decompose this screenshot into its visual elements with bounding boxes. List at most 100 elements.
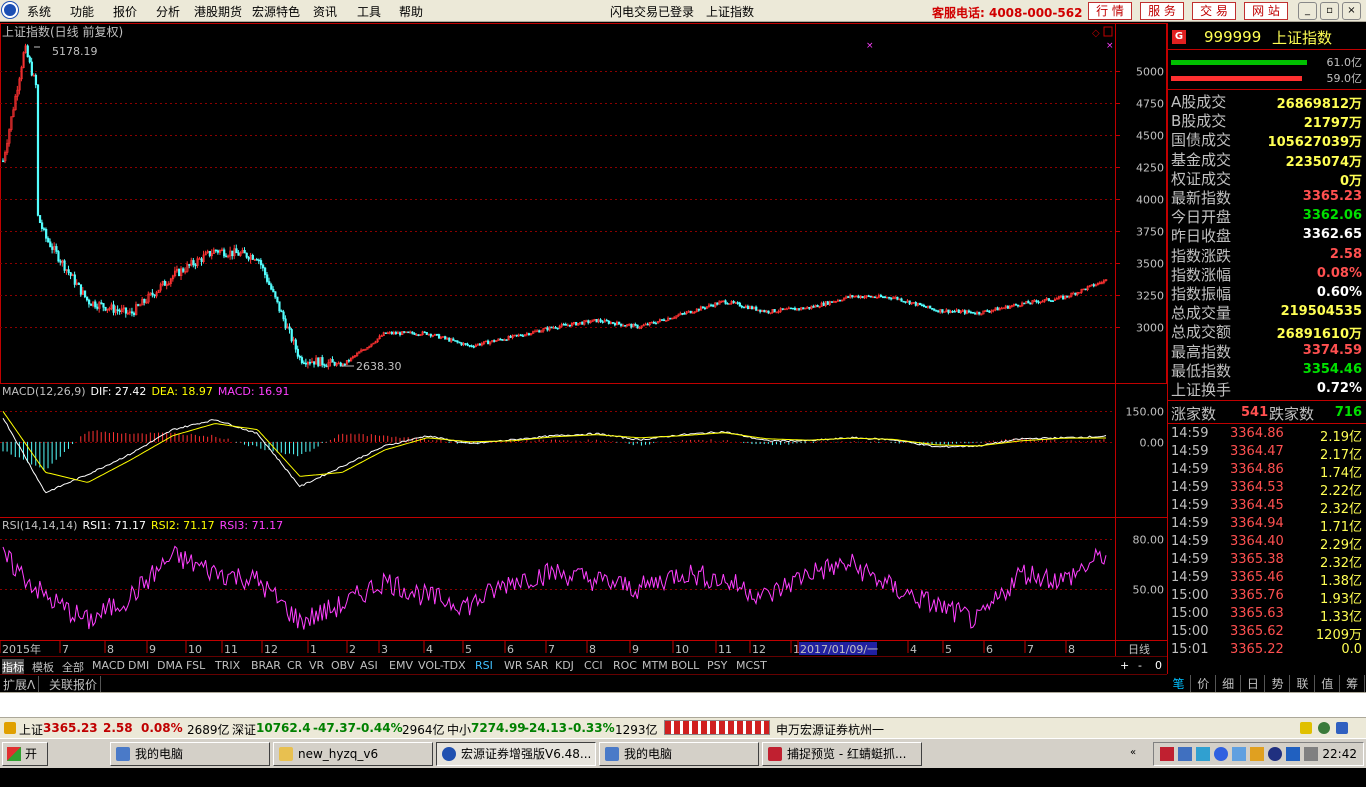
indicator-tab[interactable]: CR	[287, 659, 302, 672]
detail-tab[interactable]: 势	[1266, 675, 1291, 692]
detail-tab[interactable]: 联	[1291, 675, 1315, 692]
chevron-left-icon[interactable]: «	[1130, 747, 1140, 759]
indicator-tab[interactable]: SAR	[526, 659, 548, 672]
bluetooth-icon[interactable]	[1268, 747, 1282, 761]
detail-tab[interactable]: 筹	[1341, 675, 1365, 692]
connection-icon[interactable]	[1318, 722, 1330, 734]
indicator-tab[interactable]: DMA	[157, 659, 183, 672]
start-button[interactable]: 开始	[2, 742, 48, 783]
date-axis-label: 7	[548, 643, 555, 656]
indicator-tab[interactable]: TRIX	[215, 659, 240, 672]
notice-icon[interactable]	[1300, 722, 1312, 734]
candle-body	[444, 336, 447, 339]
menu-tools[interactable]: 工具	[357, 3, 381, 20]
date-axis-label: 1	[793, 643, 800, 656]
reset-button[interactable]: 0	[1155, 659, 1162, 672]
shield-icon[interactable]	[1214, 747, 1228, 761]
zoom-in-button[interactable]: +	[1120, 659, 1129, 672]
chart-area[interactable]: 5000 4750 4500 4250 4000 3750 3500 3250 3000 150.…	[0, 23, 1167, 656]
detail-tab[interactable]: 细	[1217, 675, 1241, 692]
indicator-tab[interactable]: RSI	[475, 659, 493, 672]
indicator-tab[interactable]: ROC	[613, 659, 637, 672]
stat-row: 总成交量 219504535	[1171, 302, 1362, 322]
restore-icon[interactable]: ▫	[1320, 2, 1339, 20]
menu-system[interactable]: 系统	[27, 3, 51, 20]
tick-row: 15:00 3365.63 1.33亿	[1171, 606, 1362, 625]
indicator-tab[interactable]: BOLL	[671, 659, 699, 672]
detail-tab[interactable]: 值	[1316, 675, 1340, 692]
indicator-tab[interactable]: MCST	[736, 659, 767, 672]
event-marker-icon[interactable]: ×	[866, 41, 874, 51]
pane-toggle-icon[interactable]	[1103, 26, 1113, 37]
indicator-tab[interactable]: VR	[309, 659, 324, 672]
settings-icon[interactable]	[1336, 722, 1348, 734]
detail-tab[interactable]: 价	[1192, 675, 1216, 692]
close-icon[interactable]: ×	[1342, 2, 1361, 20]
candle-body	[40, 222, 44, 229]
candle-body	[51, 246, 54, 250]
indicator-tab[interactable]: DMI	[128, 659, 149, 672]
indicator-tab[interactable]: 指标	[2, 659, 24, 675]
tray-icon[interactable]	[1196, 747, 1210, 761]
task-my-computer[interactable]: 我的电脑	[110, 742, 270, 766]
menu-function[interactable]: 功能	[70, 3, 94, 20]
task-folder[interactable]: new_hyzq_v6	[273, 742, 433, 766]
trade-button[interactable]: 交 易	[1192, 2, 1236, 20]
tray-icon[interactable]	[1286, 747, 1300, 761]
indicator-tab[interactable]: MTM	[642, 659, 668, 672]
market-signal-strip[interactable]	[664, 720, 770, 735]
stat-row: 最高指数 3374.59	[1171, 341, 1362, 361]
indicator-tab[interactable]: MACD	[92, 659, 125, 672]
volume-icon[interactable]	[1304, 747, 1318, 761]
candle-body	[34, 74, 38, 86]
indicator-tab[interactable]: FSL	[186, 659, 205, 672]
detail-tab[interactable]: 笔	[1167, 675, 1191, 692]
tick-row: 14:59 3364.40 2.29亿	[1171, 534, 1362, 553]
menu-hongyuan[interactable]: 宏源特色	[252, 3, 300, 20]
menu-info[interactable]: 资讯	[313, 3, 337, 20]
event-marker-icon[interactable]: ×	[1106, 41, 1114, 51]
candle-body	[669, 317, 672, 320]
related-quote-tab[interactable]: 关联报价	[46, 676, 102, 693]
indicator-tab[interactable]: EMV	[389, 659, 413, 672]
indicator-tab[interactable]: ASI	[360, 659, 378, 672]
task-trading-app[interactable]: 宏源证券增强版V6.48...	[436, 742, 596, 766]
quote-button[interactable]: 行 情	[1088, 2, 1132, 20]
indicator-tab[interactable]: BRAR	[251, 659, 281, 672]
network-icon[interactable]	[1178, 747, 1192, 761]
tray-app-icon[interactable]	[1160, 747, 1174, 761]
indicator-tab[interactable]: OBV	[331, 659, 354, 672]
indicator-tab[interactable]: VOL-TDX	[418, 659, 466, 672]
indicator-tab[interactable]: 全部	[62, 659, 84, 675]
task-capture-preview[interactable]: 捕捉预览 - 红蜻蜓抓...	[762, 742, 922, 766]
tray-icon[interactable]	[1232, 747, 1246, 761]
indicator-tab[interactable]: WR	[504, 659, 523, 672]
zoom-out-button[interactable]: -	[1138, 659, 1142, 672]
candle-body	[622, 325, 625, 327]
market-badge-icon[interactable]: G	[1172, 30, 1186, 44]
menu-analysis[interactable]: 分析	[156, 3, 180, 20]
indicator-tab[interactable]: 模板	[32, 659, 54, 675]
website-button[interactable]: 网 站	[1244, 2, 1288, 20]
extension-tab[interactable]: 扩展Λ	[0, 676, 40, 693]
period-label[interactable]: 日线	[1128, 642, 1150, 656]
indicator-tab[interactable]: KDJ	[555, 659, 574, 672]
diamond-icon[interactable]: ◇	[1092, 28, 1100, 39]
menu-hk-futures[interactable]: 港股期货	[194, 3, 242, 20]
candle-body	[902, 300, 905, 303]
menu-help[interactable]: 帮助	[399, 3, 423, 20]
indicator-tab[interactable]: PSY	[707, 659, 727, 672]
app-logo-icon[interactable]	[2, 2, 18, 18]
minimize-icon[interactable]: _	[1298, 2, 1317, 20]
candle-body	[716, 302, 719, 305]
candle-body	[732, 301, 735, 304]
alert-icon[interactable]	[4, 722, 16, 734]
task-my-computer-2[interactable]: 我的电脑	[599, 742, 759, 766]
tray-icon[interactable]	[1250, 747, 1264, 761]
kline-chart[interactable]: 500047504500425040003750350032503000150.…	[0, 23, 1167, 656]
service-button[interactable]: 服 务	[1140, 2, 1184, 20]
rsi-axis-label: 50.00	[1133, 584, 1165, 597]
indicator-tab[interactable]: CCI	[584, 659, 603, 672]
detail-tab[interactable]: 日	[1241, 675, 1266, 692]
menu-quote[interactable]: 报价	[113, 3, 137, 20]
